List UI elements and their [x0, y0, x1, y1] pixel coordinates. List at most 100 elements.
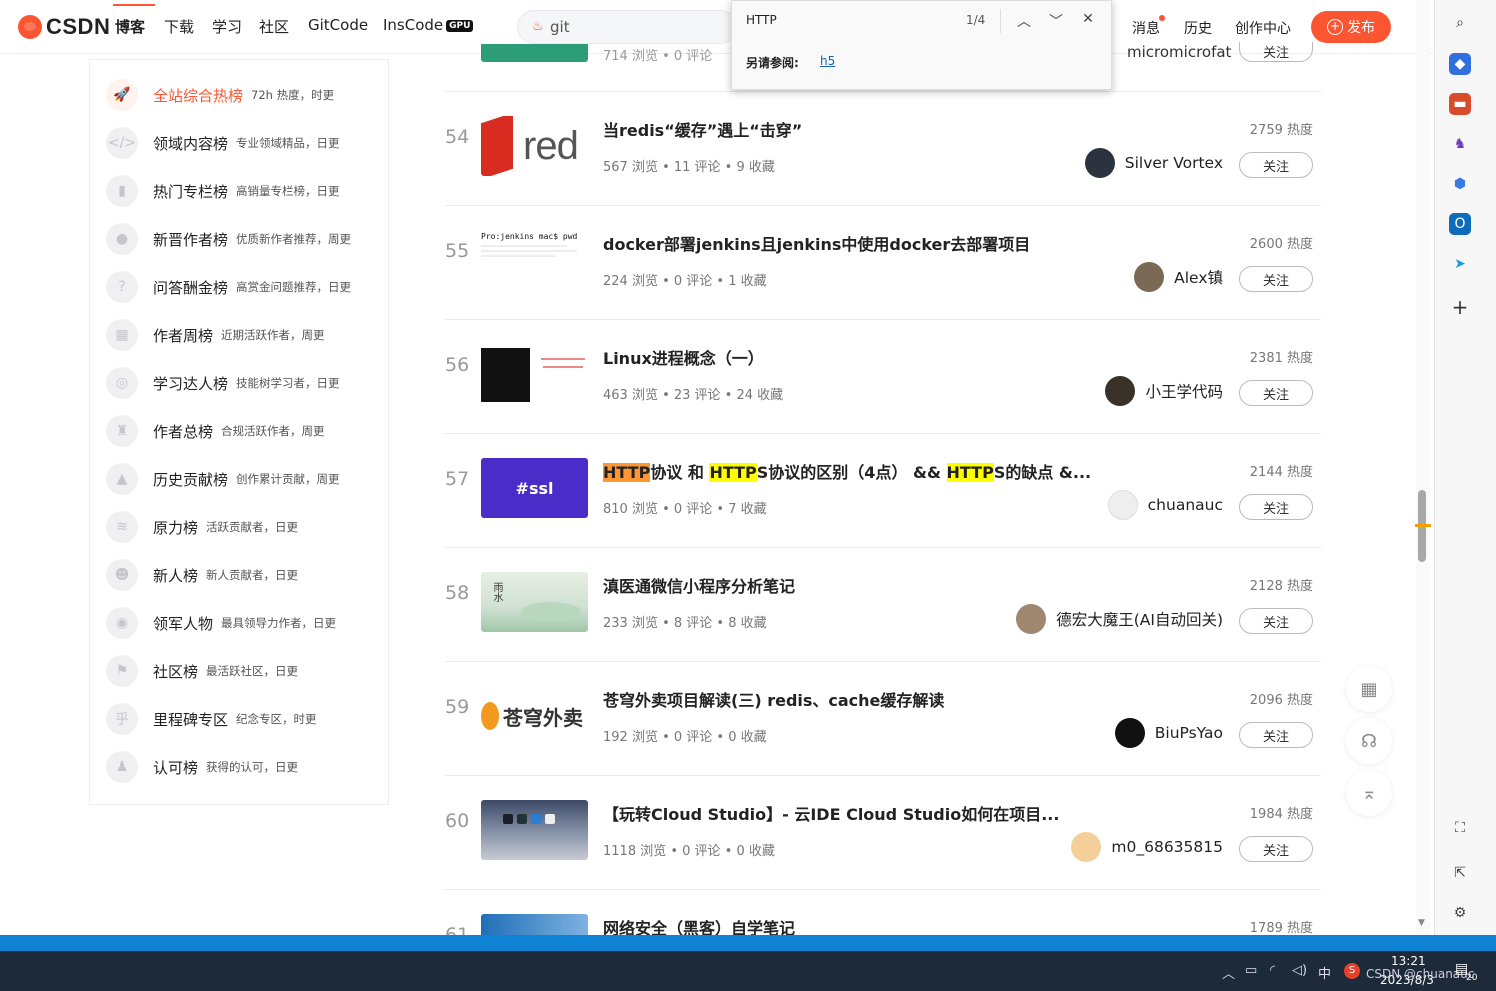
qrcode-button[interactable]: ▦ [1346, 666, 1392, 712]
games-icon[interactable]: ♞ [1449, 133, 1471, 155]
nav-messages[interactable]: 消息 [1132, 18, 1160, 38]
author[interactable]: Silver Vortex [1084, 148, 1223, 178]
cangqiong-logo-icon [481, 702, 499, 730]
find-close-icon[interactable]: ✕ [1078, 11, 1098, 27]
article-thumbnail[interactable] [481, 344, 588, 404]
community-icon: ⚑ [106, 655, 138, 687]
article-title[interactable]: 苍穹外卖项目解读(三) redis、cache缓存解读 [603, 687, 944, 711]
find-query-input[interactable]: HTTP [746, 13, 777, 27]
clock-time[interactable]: 13:21 [1391, 954, 1426, 968]
nav-learn[interactable]: 学习 [212, 16, 242, 37]
follow-button[interactable]: 关注 [1239, 836, 1313, 862]
partial-follow-button[interactable]: 关注 [1239, 42, 1313, 62]
volume-icon[interactable]: ◁) [1292, 963, 1307, 978]
heat-value: 2600 热度 [1249, 237, 1313, 252]
board-item-force[interactable]: ≋ 原力榜 活跃贡献者，日更 [106, 507, 298, 547]
article-thumbnail[interactable]: Pro:jenkins mac$ pwd [481, 230, 588, 290]
article-thumbnail[interactable]: 苍穹外卖 [481, 686, 588, 746]
screenshot-icon[interactable]: ⛶ [1449, 817, 1471, 839]
article-title[interactable]: 网络安全（黑客）自学笔记 [603, 915, 795, 935]
follow-button[interactable]: 关注 [1239, 152, 1313, 178]
board-name: 新晋作者榜 [153, 230, 229, 249]
follow-button[interactable]: 关注 [1239, 722, 1313, 748]
board-item-newbie[interactable]: ☻ 新人榜 新人贡献者，日更 [106, 555, 298, 595]
board-item-approve[interactable]: ♟ 认可榜 获得的认可，日更 [106, 747, 298, 787]
back-to-top-button[interactable]: ⌅ [1346, 770, 1392, 816]
article-title[interactable]: docker部署jenkins且jenkins中使用docker去部署项目 [603, 231, 1030, 255]
search-icon[interactable]: ⌕ [1449, 12, 1471, 34]
article-thumbnail[interactable]: red [481, 116, 588, 176]
tag-icon[interactable]: ◆ [1449, 53, 1471, 75]
follow-button[interactable]: 关注 [1239, 494, 1313, 520]
article-thumbnail[interactable] [481, 914, 588, 935]
toolbox-icon[interactable]: ▬ [1449, 93, 1471, 115]
author[interactable]: Alex镇 [1134, 262, 1223, 292]
board-item-author-total[interactable]: ♜ 作者总榜 合规活跃作者，周更 [106, 411, 325, 451]
chevron-up-icon[interactable]: ︿ [1222, 963, 1235, 982]
follow-button[interactable]: 关注 [1239, 380, 1313, 406]
article-thumbnail[interactable]: 雨水 [481, 572, 588, 632]
board-item-history-contrib[interactable]: ▲ 历史贡献榜 创作累计贡献，周更 [106, 459, 340, 499]
thumb-line [543, 366, 583, 368]
nav-history[interactable]: 历史 [1184, 18, 1212, 38]
board-item-author-weekly[interactable]: ▦ 作者周榜 近期活跃作者，周更 [106, 315, 325, 355]
wifi-icon[interactable]: ◜ [1270, 963, 1275, 978]
nav-download[interactable]: 下载 [164, 16, 194, 37]
nav-creator-center[interactable]: 创作中心 [1235, 18, 1291, 38]
nav-blog[interactable]: 博客 [115, 16, 145, 37]
copilot-icon[interactable]: ⬢ [1449, 173, 1471, 195]
article-stats: 810 浏览 • 0 评论 • 7 收藏 [603, 502, 767, 517]
article-thumbnail[interactable]: #ssl [481, 458, 588, 518]
author[interactable]: chuanauc [1107, 490, 1223, 520]
rank-number: 56 [445, 354, 470, 376]
scroll-down-icon[interactable]: ▼ [1418, 918, 1425, 928]
nav-gitcode[interactable]: GitCode [308, 16, 368, 34]
board-item-column[interactable]: ▮ 热门专栏榜 高销量专栏榜，日更 [106, 171, 340, 211]
board-item-domain[interactable]: </> 领域内容榜 专业领域精品，日更 [106, 123, 340, 163]
ime-indicator[interactable]: 中 [1318, 963, 1331, 982]
follow-button[interactable]: 关注 [1239, 266, 1313, 292]
csdn-logo[interactable]: CSDN [18, 14, 110, 40]
board-item-leader[interactable]: ◉ 领军人物 最具领导力作者，日更 [106, 603, 336, 643]
follow-button[interactable]: 关注 [1239, 608, 1313, 634]
page-scrollbar[interactable] [1416, 0, 1430, 935]
article-title[interactable]: HTTP协议 和 HTTPS协议的区别（4点） && HTTPS的缺点 &... [603, 459, 1091, 483]
nav-community[interactable]: 社区 [259, 16, 289, 37]
nav-inscode[interactable]: InsCode GPU [383, 16, 474, 34]
article-title[interactable]: 【玩转Cloud Studio】- 云IDE Cloud Studio如何在项目… [603, 801, 1059, 825]
partial-thumbnail[interactable] [481, 44, 588, 62]
partial-author[interactable]: micromicrofat [1127, 43, 1231, 61]
settings-icon[interactable]: ⚙ [1449, 902, 1471, 924]
find-next-icon[interactable]: ﹀ [1046, 11, 1066, 31]
author[interactable]: 小王学代码 [1105, 376, 1223, 406]
send-icon[interactable]: ➤ [1449, 253, 1471, 275]
article-title[interactable]: Linux进程概念（一） [603, 345, 764, 369]
article-title[interactable]: 当redis“缓存”遇上“击穿” [603, 117, 802, 141]
avatar [1071, 832, 1102, 862]
author[interactable]: m0_68635815 [1071, 832, 1223, 862]
heat-value: 2144 热度 [1249, 465, 1313, 480]
board-item-qa-bounty[interactable]: ? 问答酬金榜 高赏金问题推荐，日更 [106, 267, 351, 307]
add-icon[interactable]: + [1449, 295, 1471, 319]
article-title[interactable]: 滇医通微信小程序分析笔记 [603, 573, 795, 597]
find-prev-icon[interactable]: ︿ [1014, 11, 1034, 31]
board-item-milestone[interactable]: 乎里程碑专区 纪念专区，时更 [106, 699, 317, 739]
board-item-new-author[interactable]: ● 新晋作者榜 优质新作者推荐，周更 [106, 219, 351, 259]
board-item-learner[interactable]: ◎ 学习达人榜 技能树学习者，日更 [106, 363, 340, 403]
battery-icon[interactable]: ▭ [1245, 963, 1257, 978]
board-item-overall[interactable]: 🚀 全站综合热榜 72h 热度，时更 [106, 75, 334, 115]
customer-service-button[interactable]: ☊ [1346, 718, 1392, 764]
follow-label: 关注 [1262, 729, 1289, 745]
board-item-community[interactable]: ⚑ 社区榜 最活跃社区，日更 [106, 651, 298, 691]
follow-label: 关注 [1262, 273, 1289, 289]
author[interactable]: BiuPsYao [1114, 718, 1223, 748]
author[interactable]: 德宏大魔王(AI自动回关) [1016, 604, 1223, 634]
see-also-link[interactable]: h5 [820, 54, 835, 68]
outlook-icon[interactable]: O [1449, 213, 1471, 235]
search-input[interactable]: ♨ git [517, 10, 737, 44]
sogou-ime-icon[interactable]: S [1344, 963, 1360, 979]
article-thumbnail[interactable] [481, 800, 588, 860]
publish-button[interactable]: + 发布 [1311, 11, 1391, 43]
open-external-icon[interactable]: ⇱ [1449, 862, 1471, 884]
browser-sidebar: ⌕ ◆ ▬ ♞ ⬢ O ➤ + ⛶ ⇱ ⚙ [1434, 0, 1496, 935]
